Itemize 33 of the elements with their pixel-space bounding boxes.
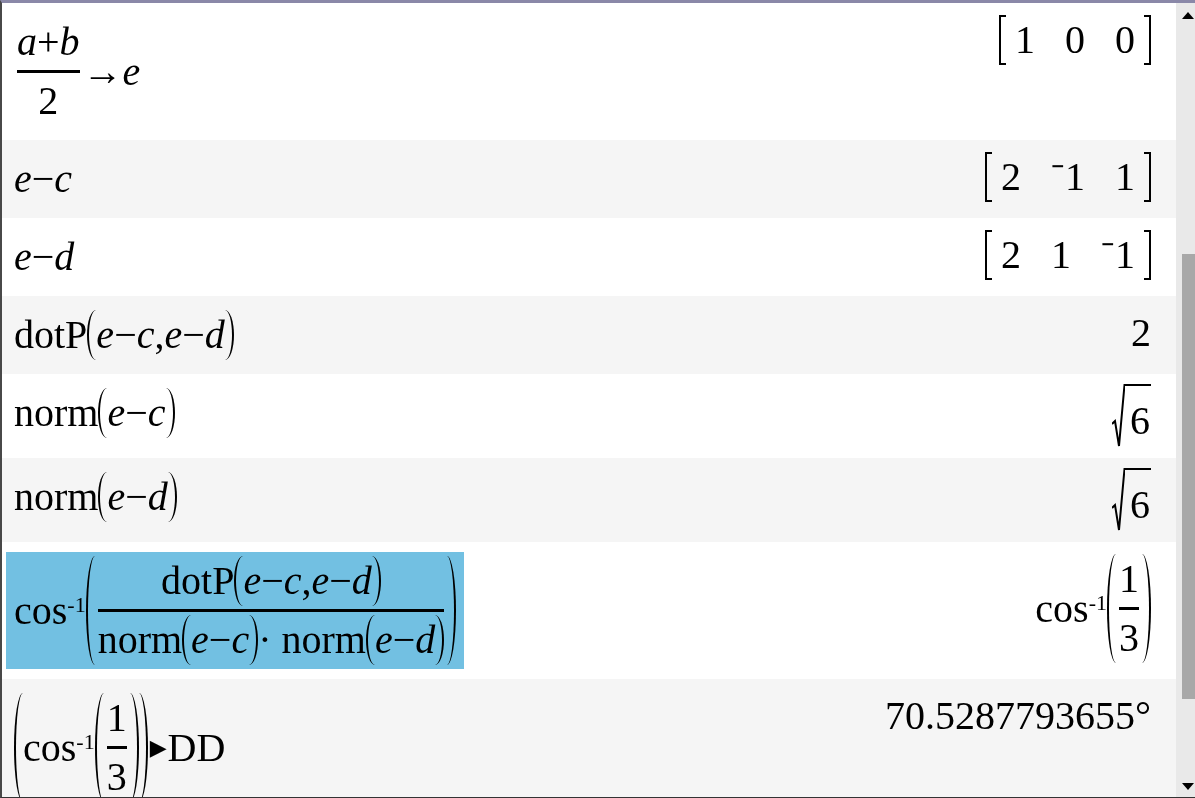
result-text: 3	[1119, 614, 1139, 662]
bracket-icon	[1144, 15, 1151, 65]
result-text: 1	[1119, 555, 1139, 603]
bracket-icon	[1144, 230, 1151, 280]
matrix-entry: 1	[1115, 153, 1135, 201]
matrix-entry: ⁻1	[1101, 231, 1135, 279]
result-text: cos$^{-1}$	[1035, 584, 1107, 633]
history-input[interactable]: a+b 2 →e	[6, 13, 149, 130]
matrix-entry: 0	[1115, 16, 1135, 64]
matrix-entry: 2	[1001, 231, 1021, 279]
history-input[interactable]: e−c	[6, 150, 81, 208]
result-text: 2	[1131, 309, 1151, 357]
history-input[interactable]: cos$^{-1}$ dotP e−c,e−d norm e−c · norm e−d	[6, 552, 465, 669]
history-input[interactable]: dotP e−c,e−d	[6, 306, 242, 364]
up-arrow-icon[interactable]	[1182, 12, 1194, 19]
result-text: 6	[1130, 481, 1150, 529]
bracket-icon	[999, 15, 1006, 65]
scroll-thumb[interactable]	[1182, 254, 1195, 699]
matrix-entry: ⁻1	[1051, 153, 1085, 201]
scrollbar[interactable]	[1176, 3, 1195, 797]
down-arrow-icon[interactable]	[1182, 783, 1194, 790]
history-input[interactable]: e−d	[6, 228, 83, 286]
result-text: 70.5287793655°	[885, 692, 1151, 740]
bracket-icon	[985, 152, 992, 202]
history-input[interactable]: norm e−d	[6, 468, 185, 526]
matrix-entry: 1	[1051, 231, 1071, 279]
matrix-entry: 2	[1001, 153, 1021, 201]
result-text: 6	[1130, 397, 1150, 445]
bracket-icon	[985, 230, 992, 280]
matrix-entry: 0	[1065, 16, 1085, 64]
matrix-entry: 1	[1015, 16, 1035, 64]
history-input[interactable]: norm e−c	[6, 384, 183, 442]
bracket-icon	[1144, 152, 1151, 202]
